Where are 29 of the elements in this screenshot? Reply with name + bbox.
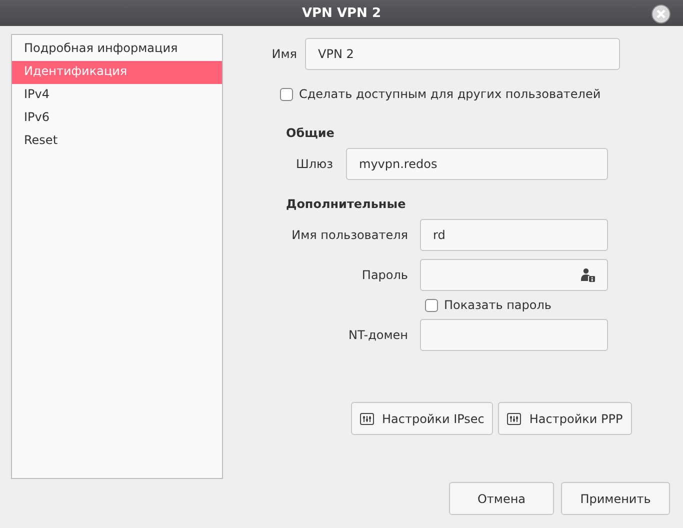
- apply-button[interactable]: Применить: [561, 482, 670, 515]
- checkbox[interactable]: [280, 88, 293, 100]
- checkbox-label: Сделать доступным для других пользователей: [299, 87, 601, 101]
- sliders-icon: [360, 412, 374, 424]
- cancel-button[interactable]: Отмена: [449, 482, 554, 515]
- sidebar-item[interactable]: IPv6: [12, 107, 222, 130]
- window-title: VPN VPN 2: [302, 6, 382, 20]
- sidebar-item[interactable]: Reset: [12, 130, 222, 153]
- user-info-icon[interactable]: [581, 268, 595, 282]
- input-field[interactable]: VPN 2: [305, 38, 620, 70]
- sidebar-item[interactable]: Подробная информация: [12, 38, 222, 61]
- close-icon[interactable]: [651, 4, 671, 24]
- checkbox[interactable]: [425, 298, 438, 312]
- settings-button[interactable]: Настройки IPsec: [351, 402, 494, 435]
- section-heading: Дополнительные: [286, 197, 407, 211]
- field-label: Пароль: [360, 268, 408, 282]
- field-label: Имя: [270, 47, 297, 61]
- input-field[interactable]: [420, 259, 608, 291]
- sidebar-item[interactable]: IPv4: [12, 84, 222, 107]
- field-label: NT-домен: [348, 328, 408, 342]
- sliders-icon: [507, 412, 522, 424]
- input-field[interactable]: myvpn.redos: [346, 148, 608, 180]
- section-heading: Общие: [286, 126, 336, 140]
- field-label: Имя пользователя: [290, 228, 408, 242]
- settings-button[interactable]: Настройки PPP: [498, 402, 632, 435]
- field-label: Шлюз: [295, 157, 333, 171]
- checkbox-label: Показать пароль: [444, 298, 552, 312]
- input-field[interactable]: rd: [420, 219, 608, 251]
- input-field[interactable]: [420, 319, 608, 351]
